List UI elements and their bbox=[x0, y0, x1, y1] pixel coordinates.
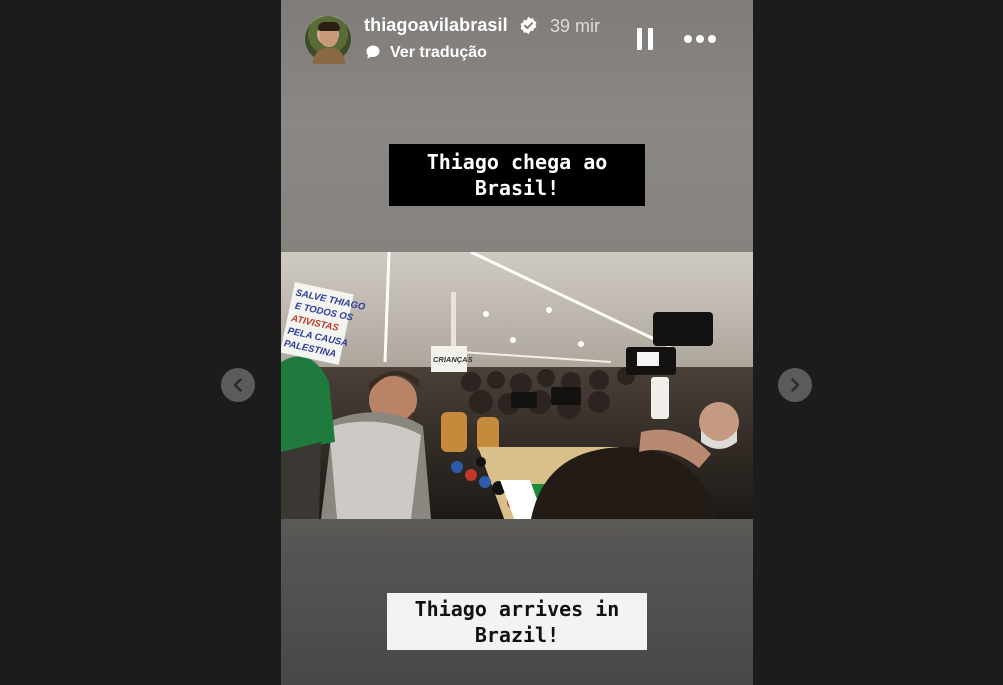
post-time: 39 mir bbox=[550, 16, 601, 36]
spotlight bbox=[546, 307, 552, 313]
verified-badge-icon bbox=[520, 16, 537, 35]
more-dot bbox=[708, 35, 716, 43]
press-conference-photo: SALVE THIAGO E TODOS OS ATIVISTAS PELA C… bbox=[281, 252, 753, 519]
camera-screen bbox=[637, 352, 659, 366]
pause-bar-left bbox=[637, 28, 642, 50]
more-dot bbox=[684, 35, 692, 43]
speech-bubble-icon bbox=[366, 45, 380, 59]
avatar[interactable] bbox=[304, 15, 352, 64]
spotlight bbox=[578, 341, 584, 347]
chevron-left-icon bbox=[233, 378, 242, 392]
previous-story-button[interactable] bbox=[221, 368, 255, 402]
pause-button[interactable] bbox=[635, 26, 655, 52]
dark-clothing bbox=[281, 442, 321, 519]
next-story-button[interactable] bbox=[778, 368, 812, 402]
avatar-shirt bbox=[313, 48, 345, 64]
spotlight bbox=[510, 337, 516, 343]
story-header: thiagoavilabrasil 39 mir Ver tradução bbox=[281, 0, 753, 80]
phone bbox=[651, 377, 669, 419]
avatar-hair bbox=[318, 22, 340, 31]
caption-bottom: Thiago arrives in Brazil! bbox=[387, 593, 647, 650]
username-link[interactable]: thiagoavilabrasil bbox=[364, 15, 508, 36]
story-viewer: thiagoavilabrasil 39 mir Ver tradução Th… bbox=[281, 0, 753, 685]
see-translation-link[interactable]: Ver tradução bbox=[390, 44, 487, 62]
chevron-right-icon bbox=[791, 378, 800, 392]
sign-center: CRIANÇAS bbox=[431, 346, 473, 372]
story-photo: SALVE THIAGO E TODOS OS ATIVISTAS PELA C… bbox=[281, 252, 753, 519]
spotlight bbox=[483, 311, 489, 317]
caption-top: Thiago chega ao Brasil! bbox=[389, 144, 645, 206]
sign-line: CRIANÇAS bbox=[433, 355, 473, 364]
more-dot bbox=[696, 35, 704, 43]
pause-bar-right bbox=[648, 28, 653, 50]
more-options-button[interactable] bbox=[682, 30, 718, 48]
